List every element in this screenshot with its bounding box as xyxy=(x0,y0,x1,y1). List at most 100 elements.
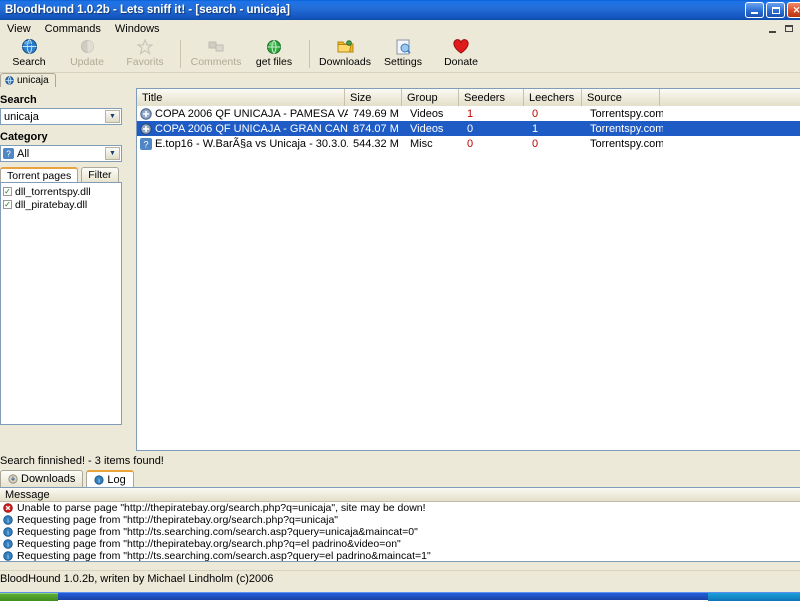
app-status-bar: BloodHound 1.0.2b, writen by Michael Lin… xyxy=(0,570,800,586)
log-entry: Unable to parse page "http://thepirateba… xyxy=(0,502,800,514)
menu-item-windows[interactable]: Windows xyxy=(108,22,167,36)
chevron-down-icon[interactable]: ▼ xyxy=(105,147,120,160)
cell-title: COPA 2006 QF UNICAJA - PAMESA VALEN... xyxy=(155,107,348,120)
toolbar-label-update: Update xyxy=(70,56,104,68)
cell-source: Torrentspy.com xyxy=(590,122,663,135)
cell-group: Videos xyxy=(410,107,444,120)
log-panel[interactable]: Message Unable to parse page "http://the… xyxy=(0,487,800,562)
info-icon: i xyxy=(3,551,13,561)
tab-torrent-pages-label: Torrent pages xyxy=(7,169,72,182)
column-header-title[interactable]: Title xyxy=(137,89,345,106)
minimize-icon xyxy=(768,30,776,33)
plugin-label: dll_piratebay.dll xyxy=(15,198,88,211)
log-entry: i Requesting page from "http://ts.search… xyxy=(0,526,800,538)
refresh-icon xyxy=(80,38,95,55)
minimize-button[interactable] xyxy=(745,2,764,18)
plugin-list[interactable]: ✓ dll_torrentspy.dll ✓ dll_piratebay.dll xyxy=(0,182,122,425)
svg-text:i: i xyxy=(7,554,9,561)
column-header-source[interactable]: Source xyxy=(582,89,660,106)
category-select-value: All xyxy=(17,147,30,160)
category-select[interactable]: ? All ▼ xyxy=(0,145,122,162)
column-header-group[interactable]: Group xyxy=(402,89,459,106)
cell-leechers: 1 xyxy=(532,122,539,135)
close-button[interactable]: ✕ xyxy=(787,2,800,18)
mdi-restore-button[interactable] xyxy=(782,22,796,35)
category-section-label: Category xyxy=(0,131,48,143)
globe-icon xyxy=(21,38,38,55)
log-column-header[interactable]: Message xyxy=(0,488,800,502)
svg-text:?: ? xyxy=(6,150,11,159)
cell-source: Torrentspy.com xyxy=(590,137,663,150)
list-item[interactable]: ✓ dll_torrentspy.dll xyxy=(3,185,121,198)
log-entry-text: Requesting page from "http://thepirateba… xyxy=(17,538,401,550)
search-status-text: Search finnished! - 3 items found! xyxy=(0,454,800,468)
search-tab-unicaja[interactable]: unicaja xyxy=(0,73,56,87)
tab-downloads[interactable]: Downloads xyxy=(0,470,84,487)
info-icon: i xyxy=(3,539,13,549)
info-icon: i xyxy=(3,527,13,537)
toolbar-label-donate: Donate xyxy=(444,56,478,68)
table-row[interactable]: COPA 2006 QF UNICAJA - GRAN CANARIA ... … xyxy=(137,121,800,136)
question-icon: ? xyxy=(140,137,152,150)
info-icon: i xyxy=(3,515,13,525)
toolbar-label-downloads: Downloads xyxy=(319,56,371,68)
toolbar-button-donate[interactable]: Donate xyxy=(432,37,490,73)
bottom-tab-strip: Downloads i Log xyxy=(0,470,134,487)
window-title: BloodHound 1.0.2b - Lets sniff it! - [se… xyxy=(5,4,290,16)
toolbar-button-update[interactable]: Update xyxy=(58,37,116,73)
download-globe-icon xyxy=(266,38,282,55)
question-icon: ? xyxy=(3,148,14,159)
toolbar-button-comments[interactable]: Comments xyxy=(187,37,245,73)
search-input[interactable]: unicaja ▼ xyxy=(0,108,122,125)
tab-torrent-pages[interactable]: Torrent pages xyxy=(0,167,79,182)
cell-title: COPA 2006 QF UNICAJA - GRAN CANARIA ... xyxy=(155,122,348,135)
cell-group: Misc xyxy=(410,137,433,150)
tab-log[interactable]: i Log xyxy=(86,470,134,487)
svg-text:i: i xyxy=(98,477,100,484)
table-row[interactable]: ? E.top16 - W.BarÃ§a vs Unicaja - 30.3.0… xyxy=(137,136,800,151)
chevron-down-icon[interactable]: ▼ xyxy=(105,110,120,123)
toolbar-button-search[interactable]: Search xyxy=(0,37,58,73)
menu-item-commands[interactable]: Commands xyxy=(38,22,108,36)
cell-leechers: 0 xyxy=(532,107,539,120)
toolbar-button-favorits[interactable]: Favorits xyxy=(116,37,174,73)
application-window: BloodHound 1.0.2b - Lets sniff it! - [se… xyxy=(0,0,800,592)
log-entry-text: Unable to parse page "http://thepirateba… xyxy=(17,502,426,514)
toolbar-label-comments: Comments xyxy=(190,56,242,68)
star-icon xyxy=(137,38,153,55)
toolbar-button-settings[interactable]: Settings xyxy=(374,37,432,73)
column-header-size[interactable]: Size xyxy=(345,89,402,106)
checkbox-checked-icon[interactable]: ✓ xyxy=(3,187,12,196)
column-header-seeders[interactable]: Seeders xyxy=(459,89,524,106)
maximize-button[interactable] xyxy=(766,2,785,18)
menu-item-view[interactable]: View xyxy=(0,22,38,36)
tab-log-label: Log xyxy=(107,473,126,486)
results-list[interactable]: Title Size Group Seeders Leechers Source… xyxy=(136,88,800,451)
log-entry: i Requesting page from "http://thepirate… xyxy=(0,538,800,550)
table-row[interactable]: COPA 2006 QF UNICAJA - PAMESA VALEN... 7… xyxy=(137,106,800,121)
cell-seeders: 0 xyxy=(467,122,474,135)
toolbar-button-get-files[interactable]: get files xyxy=(245,37,303,73)
cell-size: 874.07 M xyxy=(353,122,399,135)
restore-icon xyxy=(785,25,793,32)
cell-size: 544.32 M xyxy=(353,137,399,150)
list-item[interactable]: ✓ dll_piratebay.dll xyxy=(3,198,121,211)
column-header-leechers[interactable]: Leechers xyxy=(524,89,582,106)
folder-icon xyxy=(337,38,354,55)
tab-downloads-label: Downloads xyxy=(21,473,76,485)
minimize-icon xyxy=(751,11,758,14)
window-controls: ✕ xyxy=(745,2,800,18)
maximize-icon xyxy=(771,6,780,14)
mdi-minimize-button[interactable] xyxy=(765,22,779,35)
toolbar-separator xyxy=(180,40,181,68)
error-icon xyxy=(3,503,13,513)
log-entry: i Requesting page from "http://thepirate… xyxy=(0,514,800,526)
log-entry-text: Requesting page from "http://thepirateba… xyxy=(17,514,339,526)
cell-leechers: 0 xyxy=(532,137,539,150)
mdi-child-controls xyxy=(765,22,796,35)
search-panel: unicaja Search unicaja ▼ Category ? All … xyxy=(0,73,132,527)
tab-filter[interactable]: Filter xyxy=(81,167,119,182)
checkbox-checked-icon[interactable]: ✓ xyxy=(3,200,12,209)
toolbar-button-downloads[interactable]: Downloads xyxy=(316,37,374,73)
toolbar-label-favorits: Favorits xyxy=(126,56,164,68)
